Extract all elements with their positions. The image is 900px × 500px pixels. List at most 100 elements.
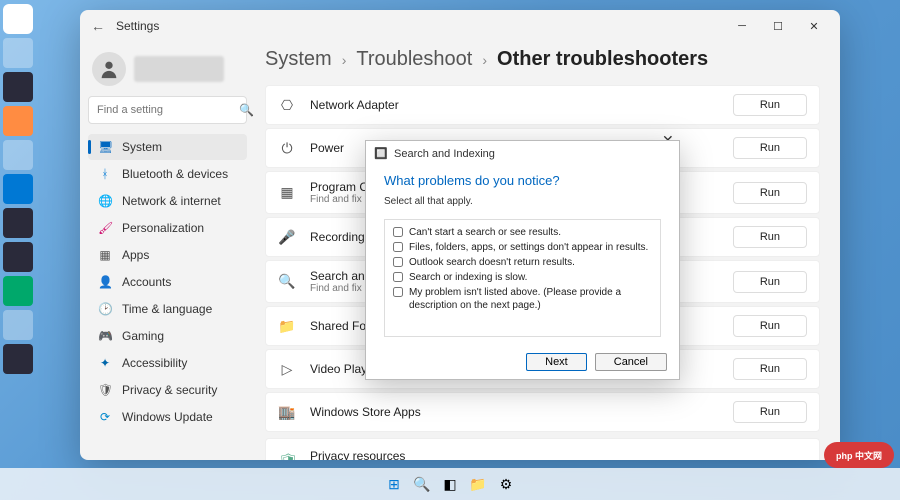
titlebar: ← Settings ─ ☐ ✕ <box>80 10 840 42</box>
taskbar: ⊞ 🔍 ◧ 📁 ⚙ <box>0 468 900 500</box>
run-button[interactable]: Run <box>733 401 807 423</box>
breadcrumb: System › Troubleshoot › Other troublesho… <box>265 48 820 71</box>
dialog-title: Search and Indexing <box>394 148 495 160</box>
desktop-icon[interactable] <box>3 242 33 272</box>
desktop-icon[interactable] <box>3 208 33 238</box>
dialog-option[interactable]: Outlook search doesn't return results. <box>393 256 652 269</box>
next-button[interactable]: Next <box>526 353 587 371</box>
desktop-icon[interactable] <box>3 174 33 204</box>
nav-icon: 🖌 <box>98 221 112 235</box>
sidebar-item-privacy-security[interactable]: 🛡 Privacy & security <box>88 377 247 403</box>
desktop-icon[interactable] <box>3 106 33 136</box>
sidebar-item-accessibility[interactable]: ✦Accessibility <box>88 350 247 376</box>
maximize-button[interactable]: ☐ <box>760 12 796 40</box>
desktop-icon[interactable] <box>3 344 33 374</box>
option-checkbox[interactable] <box>393 287 403 297</box>
desktop-icon[interactable] <box>3 38 33 68</box>
watermark: php 中文网 <box>824 442 894 468</box>
sidebar-item-personalization[interactable]: 🖌 Personalization <box>88 215 247 241</box>
privacy-title: Privacy resources <box>310 449 493 460</box>
nav-icon: 🛡 <box>98 383 112 397</box>
file-explorer-icon[interactable]: 📁 <box>467 473 489 495</box>
desktop-icon[interactable] <box>3 310 33 340</box>
desktop-icon[interactable] <box>3 276 33 306</box>
taskbar-search-icon[interactable]: 🔍 <box>411 473 433 495</box>
nav-icon: ᚼ <box>98 167 112 181</box>
dialog-option[interactable]: Can't start a search or see results. <box>393 226 652 239</box>
nav-label: Personalization <box>122 221 204 235</box>
window-title: Settings <box>116 19 159 33</box>
back-button[interactable]: ← <box>88 18 108 34</box>
sidebar-item-time-language[interactable]: 🕑 Time & language <box>88 296 247 322</box>
breadcrumb-item[interactable]: System <box>265 48 332 71</box>
troubleshooter-row: ⎔ Network Adapter Run <box>265 85 820 125</box>
nav-icon: ✦ <box>98 356 112 370</box>
run-button[interactable]: Run <box>733 271 807 293</box>
nav-label: Privacy & security <box>122 383 217 397</box>
run-button[interactable]: Run <box>733 315 807 337</box>
user-account[interactable] <box>88 46 247 96</box>
settings-icon[interactable]: ⚙ <box>495 473 517 495</box>
option-checkbox[interactable] <box>393 272 403 282</box>
option-label: Outlook search doesn't return results. <box>409 256 575 269</box>
nav-icon: 👤 <box>98 275 112 289</box>
desktop-icon[interactable] <box>3 72 33 102</box>
nav-icon: 🎮 <box>98 329 112 343</box>
troubleshooter-icon: 🏬 <box>278 403 296 421</box>
nav-label: Gaming <box>122 329 164 343</box>
sidebar-item-windows-update[interactable]: ⟳ Windows Update <box>88 404 247 430</box>
nav-label: Windows Update <box>122 410 213 424</box>
sidebar-item-gaming[interactable]: 🎮 Gaming <box>88 323 247 349</box>
sidebar-item-accounts[interactable]: 👤Accounts <box>88 269 247 295</box>
user-name-redacted <box>134 56 224 82</box>
dialog-question: What problems do you notice? <box>384 173 661 188</box>
breadcrumb-item[interactable]: Troubleshoot <box>356 48 472 71</box>
sidebar-item-bluetooth-devices[interactable]: ᚼ Bluetooth & devices <box>88 161 247 187</box>
close-button[interactable]: ✕ <box>796 12 832 40</box>
nav-label: System <box>122 140 162 154</box>
nav-label: Time & language <box>122 302 212 316</box>
cancel-button[interactable]: Cancel <box>595 353 667 371</box>
nav-icon: 🌐 <box>98 194 112 208</box>
nav-icon: ⟳ <box>98 410 112 424</box>
run-button[interactable]: Run <box>733 226 807 248</box>
troubleshooter-icon: 📁 <box>278 317 296 335</box>
sidebar-item-apps[interactable]: ▦Apps <box>88 242 247 268</box>
dialog-option[interactable]: Files, folders, apps, or settings don't … <box>393 241 652 254</box>
minimize-button[interactable]: ─ <box>724 12 760 40</box>
desktop-icons <box>0 0 70 500</box>
option-checkbox[interactable] <box>393 257 403 267</box>
shield-icon: 🛡 <box>278 452 296 460</box>
desktop-icon[interactable] <box>3 4 33 34</box>
run-button[interactable]: Run <box>733 358 807 380</box>
search-input[interactable] <box>97 104 239 116</box>
troubleshooter-icon: ⏻ <box>278 139 296 157</box>
option-label: Files, folders, apps, or settings don't … <box>409 241 648 254</box>
task-view-icon[interactable]: ◧ <box>439 473 461 495</box>
troubleshooter-icon: 🎤 <box>278 228 296 246</box>
run-button[interactable]: Run <box>733 137 807 159</box>
nav-list: 🖥System ᚼ Bluetooth & devices 🌐Network & in… <box>88 134 247 430</box>
dialog-option[interactable]: My problem isn't listed above. (Please p… <box>393 286 652 312</box>
dialog-titlebar: 🔲 Search and Indexing <box>366 141 679 167</box>
chevron-right-icon: › <box>482 52 487 68</box>
breadcrumb-current: Other troubleshooters <box>497 48 708 71</box>
nav-icon: ▦ <box>98 248 112 262</box>
sidebar-item-system[interactable]: 🖥System <box>88 134 247 160</box>
troubleshooter-icon: ▦ <box>278 184 296 202</box>
start-button[interactable]: ⊞ <box>383 473 405 495</box>
desktop-icon[interactable] <box>3 140 33 170</box>
run-button[interactable]: Run <box>733 94 807 116</box>
troubleshooter-title: Windows Store Apps <box>310 405 733 419</box>
option-checkbox[interactable] <box>393 227 403 237</box>
troubleshooter-icon: 🔍 <box>278 273 296 291</box>
search-box[interactable]: 🔍 <box>88 96 247 124</box>
dialog-option[interactable]: Search or indexing is slow. <box>393 271 652 284</box>
nav-icon: 🕑 <box>98 302 112 316</box>
nav-label: Bluetooth & devices <box>122 167 228 181</box>
privacy-resources[interactable]: 🛡 Privacy resources About these settings… <box>265 438 820 460</box>
sidebar-item-network-internet[interactable]: 🌐Network & internet <box>88 188 247 214</box>
troubleshooter-title: Network Adapter <box>310 98 733 112</box>
run-button[interactable]: Run <box>733 182 807 204</box>
option-checkbox[interactable] <box>393 242 403 252</box>
